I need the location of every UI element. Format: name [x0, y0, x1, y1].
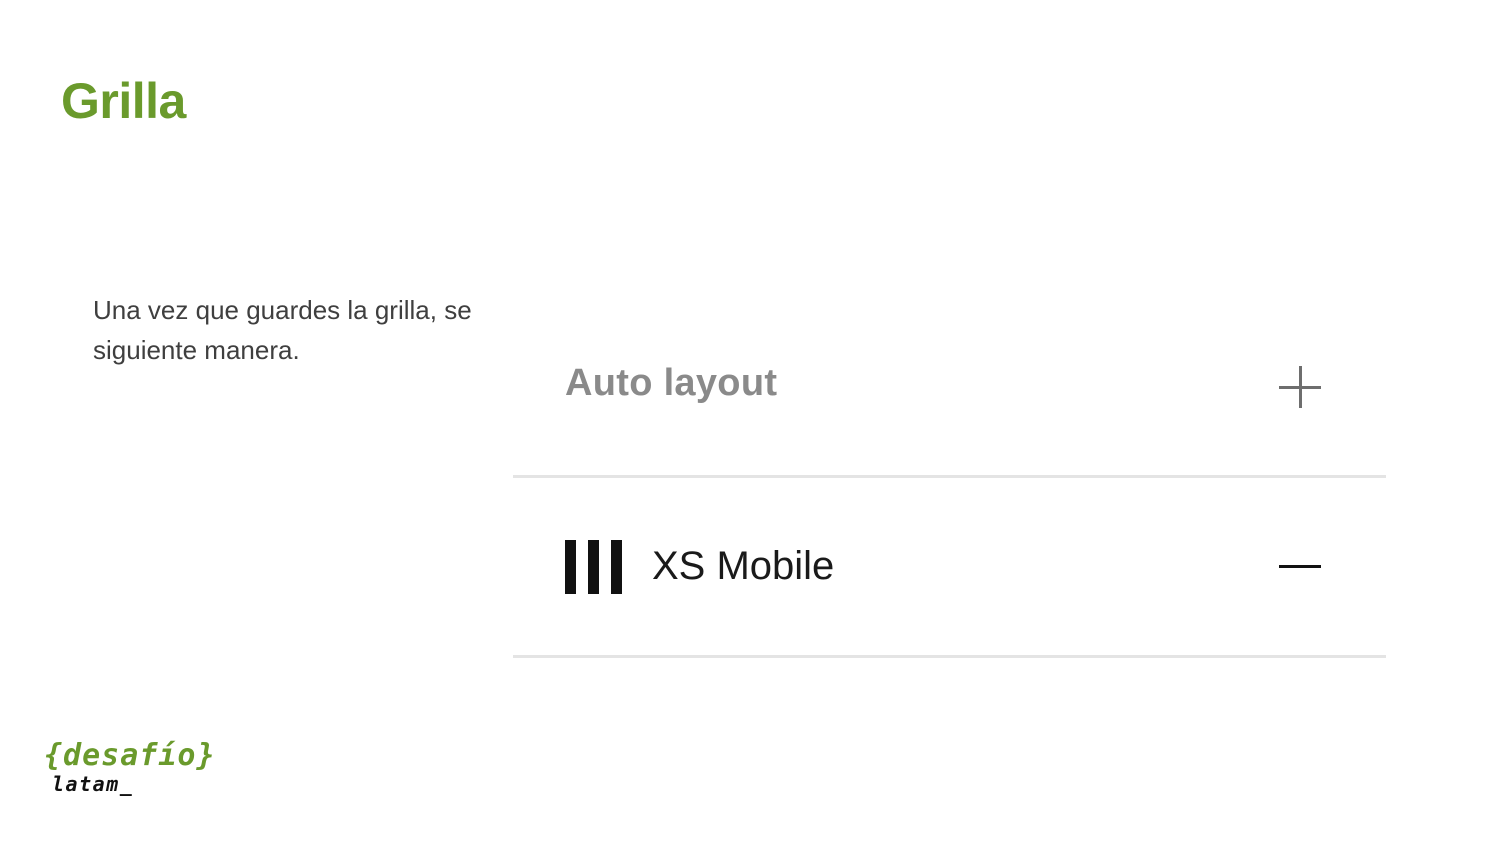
logo-subtitle: latam_: [52, 772, 134, 796]
logo-wordmark: {desafío}: [44, 738, 216, 773]
minus-icon[interactable]: [1279, 548, 1321, 588]
auto-layout-row: Auto layout: [513, 318, 1386, 476]
columns-icon[interactable]: [565, 540, 623, 594]
auto-layout-label: Auto layout: [565, 362, 778, 404]
layout-grid-row[interactable]: XS Mobile: [513, 478, 1386, 658]
layout-panel: Auto layout XS Mobile: [513, 318, 1386, 668]
brand-logo: {desafío} latam_: [44, 738, 216, 800]
body-text: Una vez que guardes la grilla, se siguie…: [93, 295, 472, 365]
divider: [513, 655, 1386, 658]
layout-grid-label[interactable]: XS Mobile: [652, 544, 834, 589]
slide-title: Grilla: [61, 73, 186, 129]
plus-icon[interactable]: [1279, 366, 1321, 408]
